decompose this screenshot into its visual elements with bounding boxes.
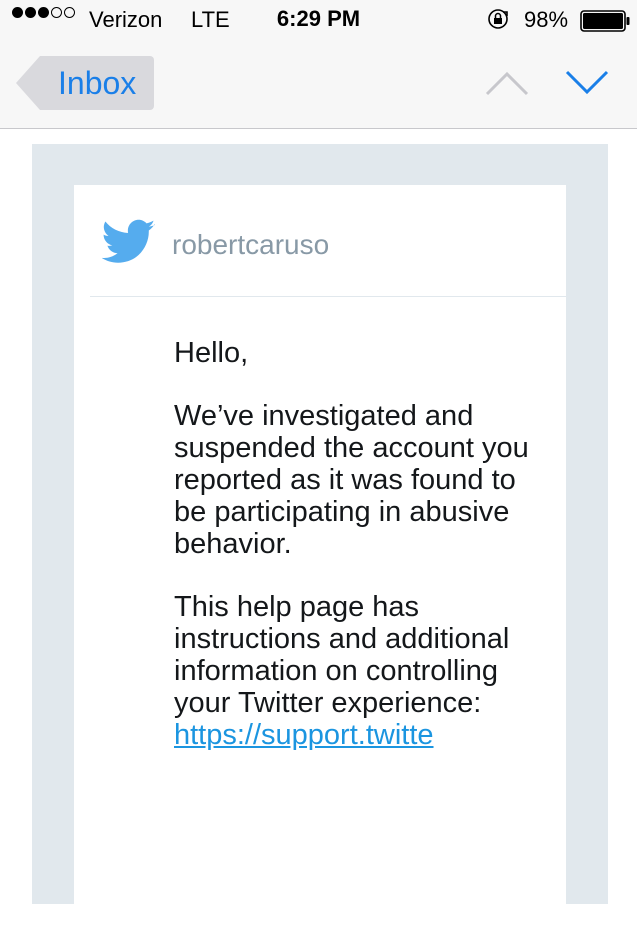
battery-percent: 98% xyxy=(524,7,569,32)
greeting-text: Hello, xyxy=(174,337,249,369)
chevron-down-icon[interactable] xyxy=(564,64,610,100)
email-card: robertcaruso Hello, We’ve investigated a… xyxy=(74,185,566,945)
message-paragraph-1: We’ve investigated and suspended the acc… xyxy=(174,400,529,560)
header-divider xyxy=(90,296,566,297)
email-message: Hello, We’ve investigated and suspended … xyxy=(174,337,534,782)
sender-username: robertcaruso xyxy=(172,229,330,260)
message-paragraph-2-text: This help page has instructions and addi… xyxy=(174,591,510,719)
navigation-bar: Inbox xyxy=(0,40,637,129)
message-paragraph-2: This help page has instructions and addi… xyxy=(174,591,534,751)
inbox-back-button[interactable]: Inbox xyxy=(16,56,154,110)
rotation-lock-icon xyxy=(488,9,508,29)
twitter-bird-icon xyxy=(102,219,156,263)
email-body-frame: robertcaruso Hello, We’ve investigated a… xyxy=(32,144,608,945)
battery-icon xyxy=(580,10,630,32)
status-bar: Verizon LTE 6:29 PM 98% xyxy=(0,0,637,40)
back-button-label: Inbox xyxy=(58,65,137,101)
support-link[interactable]: https://support.twitte xyxy=(174,719,534,751)
chevron-up-icon[interactable] xyxy=(484,64,530,100)
